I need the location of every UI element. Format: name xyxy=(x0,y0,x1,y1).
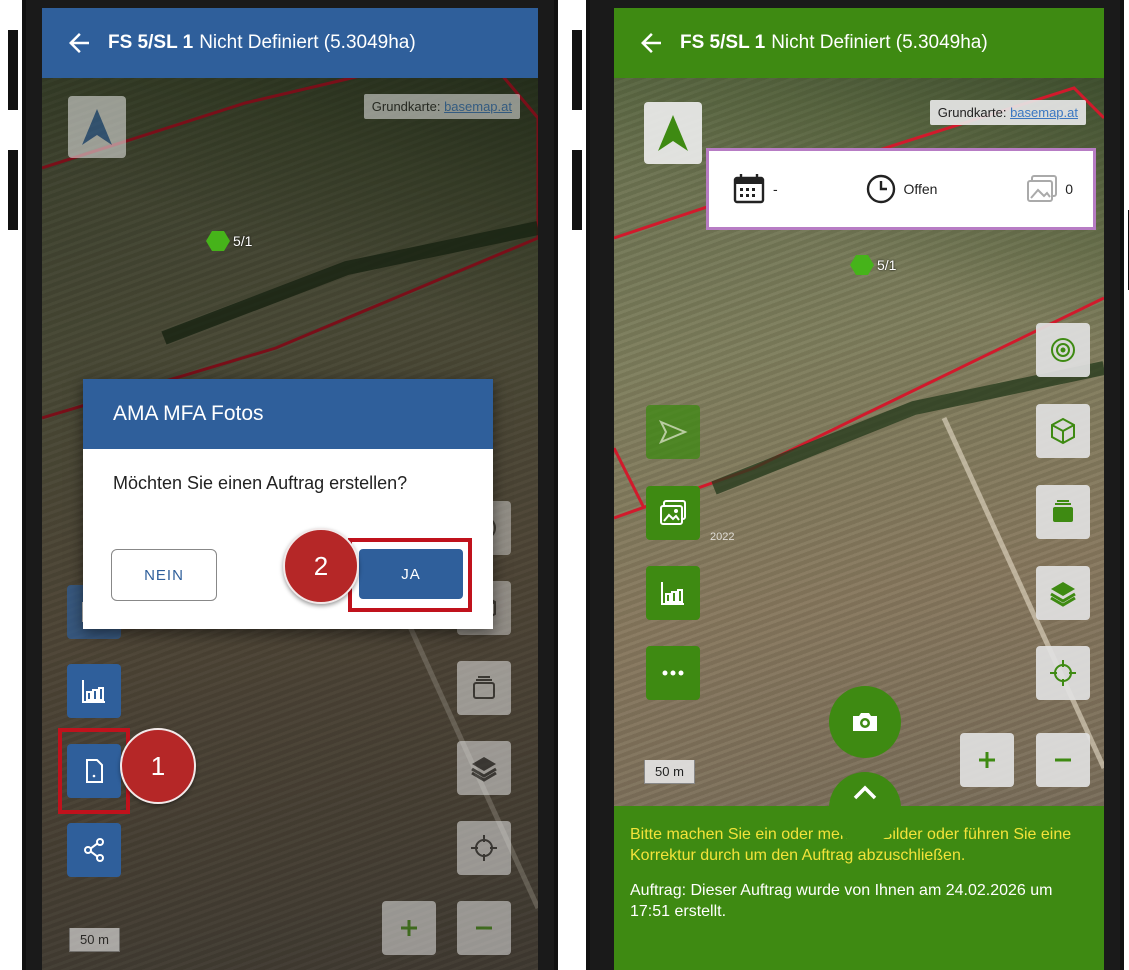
hexagon-icon xyxy=(850,255,874,275)
dialog-message: Möchten Sie einen Auftrag erstellen? xyxy=(113,473,408,493)
plus-icon xyxy=(401,920,417,936)
basemap-link[interactable]: basemap.at xyxy=(444,99,512,114)
navigation-logo[interactable] xyxy=(644,102,702,164)
layers-icon xyxy=(1050,582,1076,607)
cube-icon xyxy=(1051,417,1075,445)
stack-icon xyxy=(473,676,495,699)
photo-count-item: 0 xyxy=(1025,173,1073,205)
chart-button[interactable] xyxy=(67,664,121,718)
parcel-marker[interactable]: 5/1 xyxy=(850,255,896,275)
clock-icon xyxy=(867,174,896,204)
share-icon xyxy=(84,838,104,862)
send-button[interactable] xyxy=(646,405,700,459)
layers-button[interactable] xyxy=(1036,566,1090,620)
step-marker-1: 1 xyxy=(120,728,196,804)
crosshair-icon xyxy=(1050,660,1076,686)
zoom-in-button[interactable] xyxy=(960,733,1014,787)
minus-icon xyxy=(476,926,492,930)
3d-button[interactable] xyxy=(1036,404,1090,458)
layers-button[interactable] xyxy=(457,741,511,795)
status-value: Offen xyxy=(903,181,938,197)
crosshair-icon xyxy=(471,835,497,861)
date-item: - xyxy=(731,171,778,207)
phone-side-button xyxy=(8,150,18,230)
arrow-logo-icon xyxy=(82,109,112,145)
send-icon xyxy=(658,420,688,444)
target-button[interactable] xyxy=(1036,323,1090,377)
camera-icon xyxy=(853,713,877,731)
bar-chart-icon xyxy=(661,582,684,605)
zoom-in-button[interactable] xyxy=(382,901,436,955)
date-value: - xyxy=(773,181,778,197)
photos-icon xyxy=(1027,175,1058,202)
phone-side-button xyxy=(8,30,18,110)
status-item: Offen xyxy=(865,173,937,205)
app-header: FS 5/SL 1 Nicht Definiert (5.3049ha) xyxy=(614,8,1104,78)
no-button[interactable]: NEIN xyxy=(111,549,217,601)
highlight-yes-button xyxy=(348,538,472,612)
step-marker-2: 2 xyxy=(283,528,359,604)
field-id: FS 5/SL 1 xyxy=(680,32,766,53)
scale-bar: 50 m xyxy=(644,760,695,784)
chevron-up-icon xyxy=(853,785,877,800)
app-header: FS 5/SL 1 Nicht Definiert (5.3049ha) xyxy=(42,8,538,78)
photo-count-value: 0 xyxy=(1065,181,1073,197)
camera-button[interactable] xyxy=(829,686,901,758)
parcel-label: 5/1 xyxy=(877,257,897,273)
header-title: Nicht Definiert (5.3049ha) xyxy=(771,32,988,53)
highlight-order-button xyxy=(58,728,130,814)
layers-icon xyxy=(471,757,497,782)
arrow-logo-icon xyxy=(658,115,688,151)
left-screen: FS 5/SL 1 Nicht Definiert (5.3049ha) Gru… xyxy=(42,8,538,970)
scale-bar: 50 m xyxy=(69,928,120,952)
target-icon xyxy=(1051,338,1075,362)
basemap-attribution: Grundkarte: basemap.at xyxy=(929,100,1086,125)
dialog-title: AMA MFA Fotos xyxy=(83,379,493,449)
phone-side-button xyxy=(572,30,582,110)
calendar-icon xyxy=(733,174,765,204)
share-button[interactable] xyxy=(67,823,121,877)
stack-button[interactable] xyxy=(1036,485,1090,539)
parcel-marker[interactable]: 5/1 xyxy=(206,231,252,251)
image-icon xyxy=(660,500,686,525)
back-arrow-icon[interactable] xyxy=(64,28,94,58)
stack-button[interactable] xyxy=(457,661,511,715)
phone-side-button xyxy=(572,150,582,230)
basemap-label: Grundkarte: xyxy=(937,105,1007,120)
more-button[interactable] xyxy=(646,646,700,700)
header-title: Nicht Definiert (5.3049ha) xyxy=(199,32,416,53)
hexagon-icon xyxy=(206,231,230,251)
locate-button[interactable] xyxy=(457,821,511,875)
phone-right: FS 5/SL 1 Nicht Definiert (5.3049ha) Gru… xyxy=(572,0,1129,970)
bar-chart-icon xyxy=(82,680,105,703)
back-arrow-icon[interactable] xyxy=(636,28,666,58)
chart-button[interactable] xyxy=(646,566,700,620)
right-screen: FS 5/SL 1 Nicht Definiert (5.3049ha) Gru… xyxy=(614,8,1104,970)
minus-icon xyxy=(1055,758,1071,762)
stack-icon xyxy=(1053,500,1073,522)
year-label: 2022 xyxy=(710,531,735,543)
field-id: FS 5/SL 1 xyxy=(108,32,194,53)
plus-icon xyxy=(979,752,995,768)
zoom-out-button[interactable] xyxy=(457,901,511,955)
zoom-out-button[interactable] xyxy=(1036,733,1090,787)
order-created-text: Auftrag: Dieser Auftrag wurde von Ihnen … xyxy=(630,882,1053,920)
expand-sheet-button[interactable] xyxy=(829,772,901,844)
locate-button[interactable] xyxy=(1036,646,1090,700)
basemap-attribution: Grundkarte: basemap.at xyxy=(363,94,520,119)
navigation-logo[interactable] xyxy=(68,96,126,158)
basemap-link[interactable]: basemap.at xyxy=(1010,105,1078,120)
photos-button[interactable] xyxy=(646,486,700,540)
parcel-label: 5/1 xyxy=(233,233,253,249)
more-dots-icon xyxy=(662,670,684,676)
order-info-card[interactable]: - Offen 0 xyxy=(706,148,1096,230)
basemap-label: Grundkarte: xyxy=(371,99,441,114)
phone-left: FS 5/SL 1 Nicht Definiert (5.3049ha) Gru… xyxy=(8,0,558,970)
